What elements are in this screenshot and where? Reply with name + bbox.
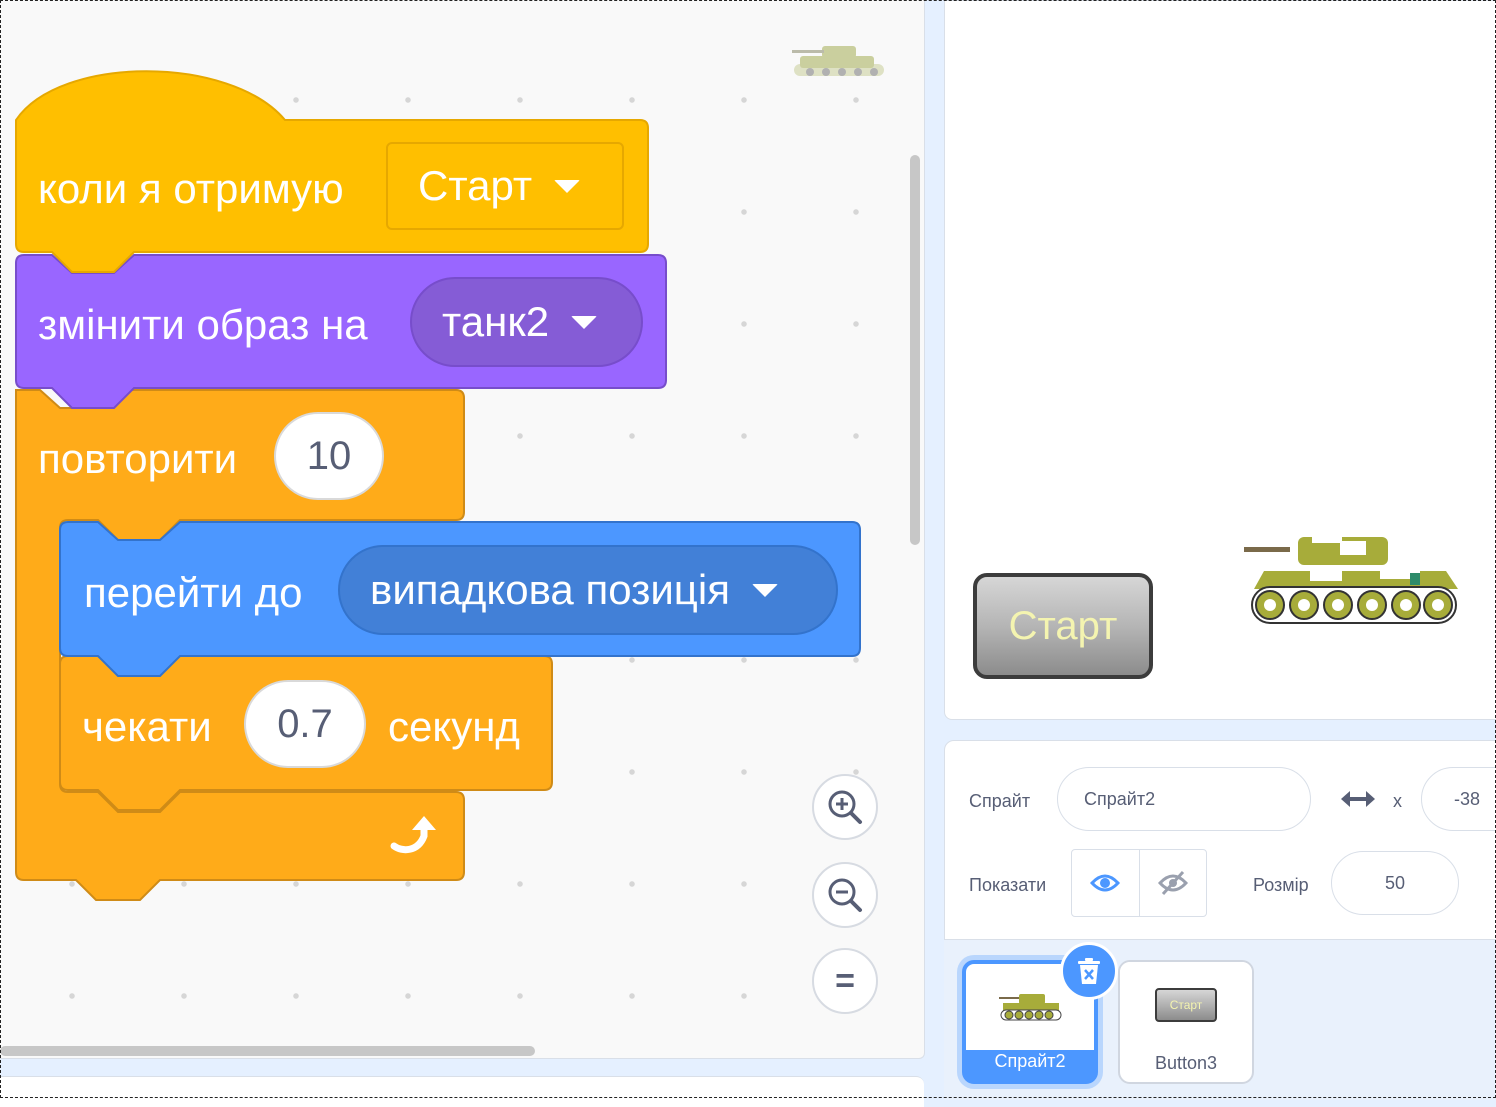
go-to-label: перейти до: [84, 569, 303, 616]
horizontal-scrollbar[interactable]: [0, 1046, 535, 1056]
message-dropdown-value: Старт: [418, 162, 533, 209]
eye-off-icon: [1157, 870, 1188, 896]
costume-dropdown-value: танк2: [442, 298, 550, 345]
tank-sprite[interactable]: [1240, 529, 1462, 633]
stage-start-button[interactable]: Старт: [973, 573, 1153, 679]
sprite-watermark-icon: [792, 46, 884, 76]
vertical-scrollbar[interactable]: [910, 155, 920, 545]
show-label: Показати: [969, 875, 1047, 895]
zoom-out-button[interactable]: [812, 862, 878, 928]
zoom-reset-icon: =: [835, 961, 855, 1000]
wait-unit-label: секунд: [388, 703, 520, 750]
size-label: Розмір: [1253, 875, 1309, 895]
visibility-toggle: [1071, 849, 1207, 917]
dropdown-caret-icon: [571, 315, 598, 329]
sprite-tile-name: Button3: [1154, 1053, 1218, 1073]
hide-sprite-button[interactable]: [1138, 850, 1207, 916]
trash-icon: [1078, 958, 1100, 984]
horizontal-arrows-icon: [1341, 791, 1375, 807]
x-position-input[interactable]: -38: [1421, 767, 1496, 831]
costume-dropdown[interactable]: танк2: [410, 277, 643, 367]
zoom-reset-button[interactable]: =: [812, 948, 878, 1014]
hat-block-label: коли я отримую: [38, 165, 344, 212]
switch-costume-label: змінити образ на: [38, 301, 368, 348]
zoom-in-icon: [828, 790, 862, 824]
sprite-tile-button3[interactable]: Старт Button3: [1118, 960, 1254, 1084]
message-dropdown[interactable]: Старт: [386, 142, 624, 230]
dropdown-caret-icon: [751, 583, 778, 597]
x-label: x: [1393, 791, 1402, 811]
sprite-info-panel: Спрайт Спрайт2 x -38 Показати Розмір 50: [944, 740, 1496, 940]
go-to-target-value: випадкова позиція: [370, 566, 730, 613]
sprite-name-input[interactable]: Спрайт2: [1057, 767, 1311, 831]
sprite-list: Спрайт2 Старт Button3: [944, 940, 1496, 1100]
sprite-name-label: Спрайт: [969, 791, 1031, 811]
zoom-out-icon: [828, 878, 862, 912]
delete-sprite-button[interactable]: [1060, 942, 1118, 1000]
stage[interactable]: Старт: [944, 0, 1496, 720]
go-to-target-dropdown[interactable]: випадкова позиція: [338, 545, 838, 635]
zoom-in-button[interactable]: [812, 774, 878, 840]
repeat-count-input[interactable]: 10: [274, 412, 384, 500]
show-sprite-button[interactable]: [1072, 850, 1139, 916]
wait-label: чекати: [82, 703, 212, 750]
dropdown-caret-icon: [554, 179, 581, 193]
sprite-thumbnail: Старт: [1120, 962, 1252, 1048]
tank-thumbnail-icon: [999, 994, 1062, 1021]
size-input[interactable]: 50: [1331, 851, 1459, 915]
repeat-label: повторити: [38, 435, 238, 482]
eye-icon: [1090, 874, 1121, 892]
backpack-strip[interactable]: [0, 1076, 924, 1107]
button-thumbnail-icon: Старт: [1155, 988, 1217, 1022]
code-area[interactable]: коли я отримую Старт змінити образ на та…: [0, 0, 925, 1059]
sprite-tile-name: Спрайт2: [994, 1051, 1066, 1071]
wait-seconds-input[interactable]: 0.7: [244, 680, 366, 768]
